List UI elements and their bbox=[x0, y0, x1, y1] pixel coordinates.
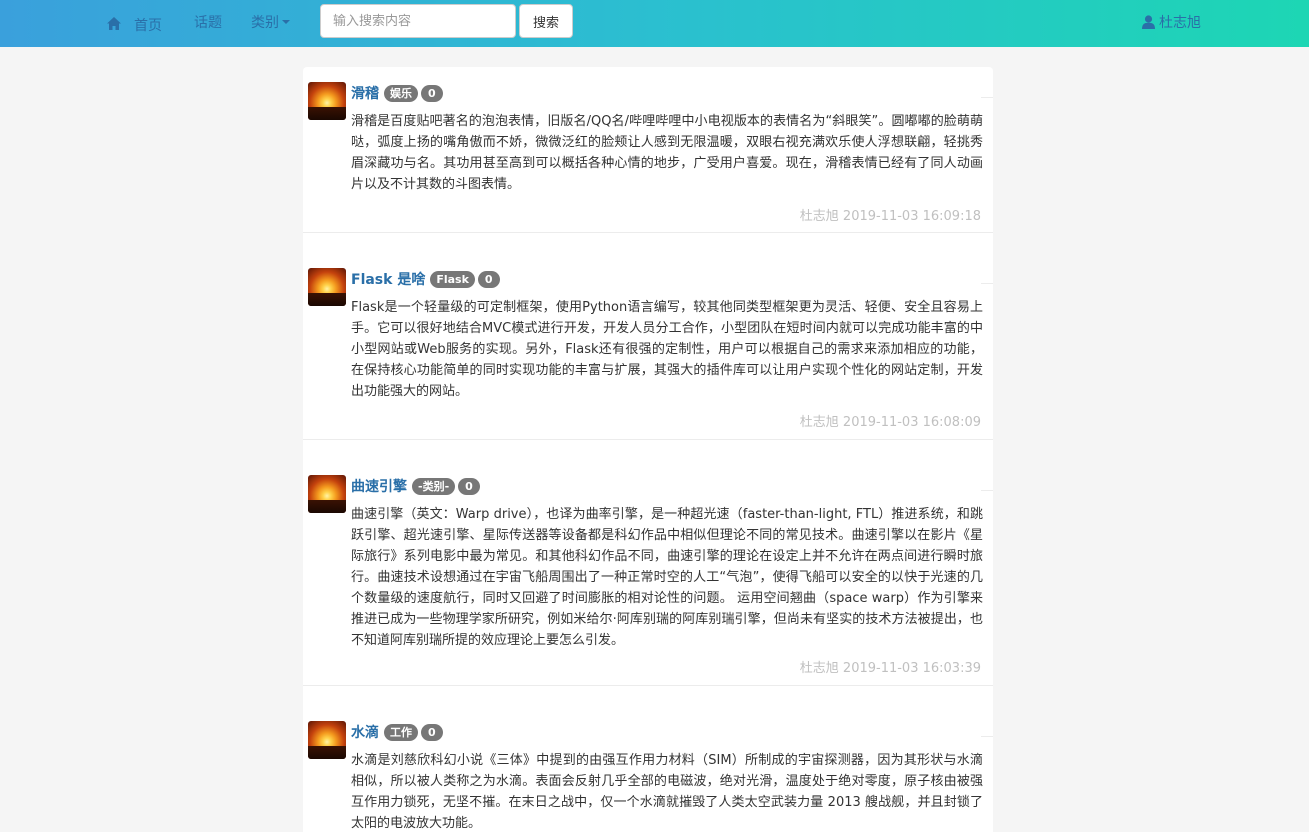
count-badge: 0 bbox=[477, 270, 500, 288]
post-author: 杜志旭 bbox=[799, 661, 839, 676]
avatar[interactable] bbox=[308, 721, 346, 759]
post-title[interactable]: 滑稽 bbox=[351, 83, 379, 103]
post-header: 曲速引擎 -类别- 0 bbox=[351, 476, 480, 496]
nav-category-dropdown[interactable]: 类别 bbox=[251, 12, 290, 32]
nav-topics-link[interactable]: 话题 bbox=[194, 12, 222, 32]
count-badge: 0 bbox=[458, 477, 480, 495]
category-badge: Flask bbox=[430, 270, 475, 288]
post-header: Flask 是啥 Flask 0 bbox=[351, 269, 500, 289]
post-time: 2019-11-03 16:03:39 bbox=[842, 661, 981, 676]
user-icon bbox=[1142, 15, 1155, 29]
post-author: 杜志旭 bbox=[799, 209, 839, 224]
top-navbar: 首页 话题 类别 搜索 杜志旭 bbox=[0, 0, 1309, 47]
home-icon bbox=[107, 16, 121, 30]
post-meta: 杜志旭 2019-11-03 16:03:39 bbox=[800, 657, 981, 676]
post-title[interactable]: 水滴 bbox=[351, 722, 379, 742]
post-body: 水滴是刘慈欣科幻小说《三体》中提到的由强互作用力材料（SIM）所制成的宇宙探测器… bbox=[351, 753, 983, 831]
category-badge: 工作 bbox=[384, 723, 418, 741]
post-time: 2019-11-03 16:09:18 bbox=[842, 209, 981, 224]
avatar[interactable] bbox=[308, 475, 346, 513]
post-title[interactable]: Flask 是啥 bbox=[351, 269, 425, 289]
post-body: 滑稽是百度贴吧著名的泡泡表情，旧版名/QQ名/哔哩哔哩中小电视版本的表情名为“斜… bbox=[351, 114, 983, 192]
nav-user-name: 杜志旭 bbox=[1159, 15, 1201, 31]
post-item: Flask 是啥 Flask 0 Flask是一个轻量级的可定制框架，使用Pyt… bbox=[303, 233, 993, 440]
divider bbox=[981, 736, 993, 737]
divider bbox=[981, 97, 993, 98]
post-item: 曲速引擎 -类别- 0 曲速引擎（英文：Warp drive），也译为曲率引擎，… bbox=[303, 440, 993, 686]
post-item: 水滴 工作 0 水滴是刘慈欣科幻小说《三体》中提到的由强互作用力材料（SIM）所… bbox=[303, 686, 993, 832]
post-header: 滑稽 娱乐 0 bbox=[351, 83, 443, 103]
count-badge: 0 bbox=[421, 723, 443, 741]
post-list: 滑稽 娱乐 0 滑稽是百度贴吧著名的泡泡表情，旧版名/QQ名/哔哩哔哩中小电视版… bbox=[303, 67, 993, 832]
category-badge: 娱乐 bbox=[384, 84, 418, 102]
post-header: 水滴 工作 0 bbox=[351, 722, 443, 742]
category-badge: -类别- bbox=[412, 477, 456, 495]
avatar[interactable] bbox=[308, 268, 346, 306]
post-body: 曲速引擎（英文：Warp drive），也译为曲率引擎，是一种超光速（faste… bbox=[351, 507, 983, 648]
nav-home-label: 首页 bbox=[134, 18, 162, 34]
caret-down-icon bbox=[282, 20, 290, 24]
search-button[interactable]: 搜索 bbox=[519, 4, 573, 38]
post-meta: 杜志旭 2019-11-03 16:09:18 bbox=[800, 205, 981, 224]
post-item: 滑稽 娱乐 0 滑稽是百度贴吧著名的泡泡表情，旧版名/QQ名/哔哩哔哩中小电视版… bbox=[303, 67, 993, 233]
nav-home-link[interactable]: 首页 bbox=[106, 12, 162, 34]
search-input[interactable] bbox=[320, 4, 516, 38]
count-badge: 0 bbox=[421, 84, 443, 102]
divider bbox=[981, 283, 993, 284]
post-author: 杜志旭 bbox=[799, 415, 839, 430]
post-meta: 杜志旭 2019-11-03 16:08:09 bbox=[800, 411, 981, 430]
post-body: Flask是一个轻量级的可定制框架，使用Python语言编写，较其他同类型框架更… bbox=[351, 300, 983, 399]
post-title[interactable]: 曲速引擎 bbox=[351, 476, 407, 496]
divider bbox=[981, 490, 993, 491]
nav-category-label: 类别 bbox=[251, 15, 279, 31]
nav-user-link[interactable]: 杜志旭 bbox=[1142, 12, 1201, 32]
post-time: 2019-11-03 16:08:09 bbox=[842, 415, 981, 430]
avatar[interactable] bbox=[308, 82, 346, 120]
